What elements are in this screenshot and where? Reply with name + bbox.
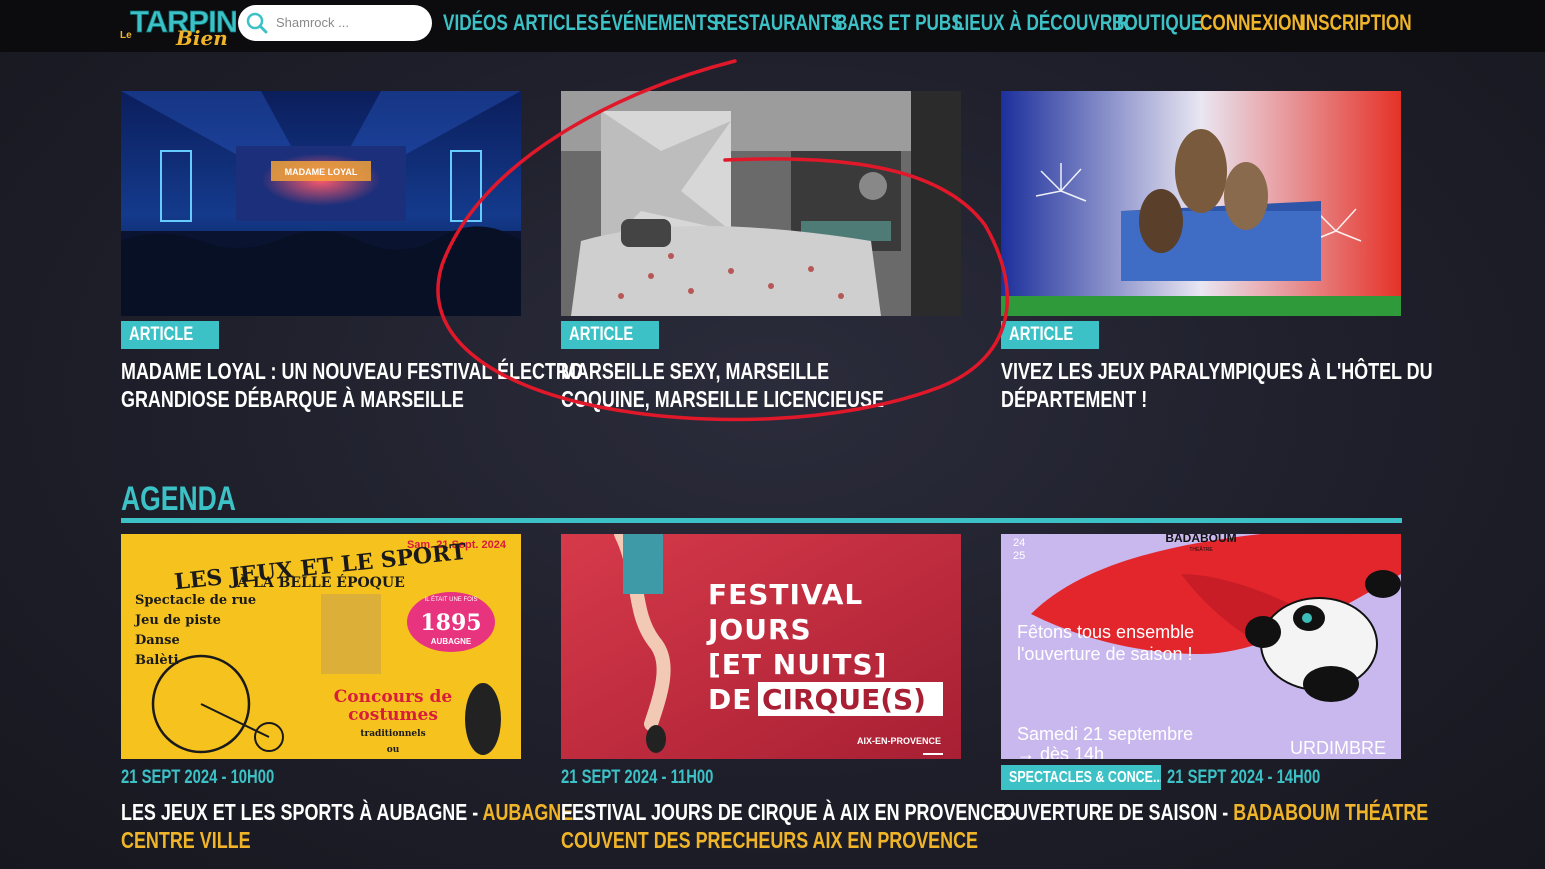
- svg-text:IL ÉTAIT UNE FOIS: IL ÉTAIT UNE FOIS: [425, 596, 478, 603]
- search-icon[interactable]: [246, 12, 268, 34]
- svg-text:AUBAGNE: AUBAGNE: [431, 637, 472, 646]
- agenda-heading: AGENDA: [121, 480, 236, 518]
- svg-text:Danse: Danse: [135, 633, 180, 648]
- svg-text:MADAME LOYAL: MADAME LOYAL: [285, 167, 358, 177]
- event-poster-aubagne[interactable]: Sam. 21 Sept. 2024 LES JEUX ET LE SPORT …: [121, 534, 521, 759]
- search-input[interactable]: Shamrock ...: [276, 15, 349, 30]
- agenda-divider: [121, 518, 1402, 523]
- nav-bars-et-pubs[interactable]: BARS ET PUBS: [835, 10, 963, 36]
- svg-text:URDIMBRE: URDIMBRE: [1290, 738, 1386, 758]
- svg-text:Concours de: Concours de: [334, 687, 453, 707]
- svg-text:24: 24: [1013, 537, 1025, 549]
- nav-boutique[interactable]: BOUTIQUE: [1112, 10, 1203, 36]
- event-date: 21 SEPT 2024 - 14H00: [1167, 767, 1321, 788]
- nav-restaurants[interactable]: RESTAURANTS: [714, 10, 842, 36]
- svg-text:1895: 1895: [420, 610, 481, 636]
- svg-text:Fêtons tous ensemble: Fêtons tous ensemble: [1017, 622, 1194, 642]
- event-title-badaboum[interactable]: OUVERTURE DE SAISON - BADABOUM THÉATRE: [1001, 798, 1428, 826]
- event-poster-jours-de-cirque[interactable]: FESTIVAL JOURS [ET NUITS] DE CIRQUE(S) A…: [561, 534, 961, 759]
- event-date: 21 SEPT 2024 - 10H00: [121, 767, 275, 788]
- svg-text:→ dès 14h: → dès 14h: [1017, 744, 1104, 759]
- svg-text:Spectacle de rue: Spectacle de rue: [135, 593, 256, 608]
- svg-text:THÉÂTRE: THÉÂTRE: [1189, 546, 1213, 553]
- svg-text:traditionnels: traditionnels: [360, 729, 425, 739]
- svg-text:BADABOUM: BADABOUM: [1165, 534, 1236, 545]
- svg-text:Jeu de piste: Jeu de piste: [134, 613, 221, 628]
- site-logo[interactable]: Le TARPIN Bien: [118, 2, 236, 48]
- event-date: 21 SEPT 2024 - 11H00: [561, 767, 714, 788]
- nav-connexion[interactable]: CONNEXION: [1200, 10, 1304, 36]
- nav-videos[interactable]: VIDÉOS: [443, 10, 508, 36]
- top-navigation-bar: Le TARPIN Bien Shamrock ... VIDÉOS ARTIC…: [0, 0, 1545, 52]
- svg-text:CIRQUE(S): CIRQUE(S): [762, 683, 926, 716]
- event-category-badge[interactable]: SPECTACLES & CONCE...: [1001, 765, 1161, 790]
- svg-text:DE: DE: [708, 683, 752, 716]
- svg-text:costumes: costumes: [348, 705, 438, 725]
- event-title-jours-de-cirque[interactable]: FESTIVAL JOURS DE CIRQUE À AIX EN PROVEN…: [561, 798, 1016, 854]
- article-image-jeux-paralympiques[interactable]: [1001, 91, 1401, 316]
- svg-text:ou: ou: [387, 745, 400, 755]
- article-badge: ARTICLE: [121, 321, 220, 349]
- svg-text:AIX-EN-PROVENCE: AIX-EN-PROVENCE: [857, 736, 941, 746]
- nav-lieux-a-decouvrir[interactable]: LIEUX À DÉCOUVRIR: [954, 10, 1129, 36]
- annotation-circle: [436, 59, 1009, 422]
- svg-text:JOURS: JOURS: [706, 613, 812, 646]
- event-title-aubagne[interactable]: LES JEUX ET LES SPORTS À AUBAGNE - AUBAG…: [121, 798, 573, 854]
- svg-text:Samedi 21 septembre: Samedi 21 septembre: [1017, 724, 1193, 744]
- svg-text:25: 25: [1013, 550, 1025, 562]
- svg-text:Bien: Bien: [175, 26, 228, 48]
- svg-text:À LA BELLE ÉPOQUE: À LA BELLE ÉPOQUE: [236, 573, 405, 591]
- nav-articles[interactable]: ARTICLES: [513, 10, 599, 36]
- event-poster-badaboum[interactable]: 24 25 BADABOUM THÉÂTRE Fêtons tous ensem…: [1001, 534, 1401, 759]
- svg-text:[ET NUITS]: [ET NUITS]: [708, 648, 887, 681]
- article-title-jeux-paralympiques[interactable]: VIVEZ LES JEUX PARALYMPIQUES À L'HÔTEL D…: [1001, 357, 1433, 413]
- search-bar[interactable]: Shamrock ...: [238, 5, 432, 41]
- nav-evenements[interactable]: ÉVÉNEMENTS: [600, 10, 718, 36]
- svg-text:FESTIVAL: FESTIVAL: [708, 578, 863, 611]
- svg-text:l'ouverture de saison !: l'ouverture de saison !: [1017, 644, 1193, 664]
- nav-inscription[interactable]: INSCRIPTION: [1301, 10, 1412, 36]
